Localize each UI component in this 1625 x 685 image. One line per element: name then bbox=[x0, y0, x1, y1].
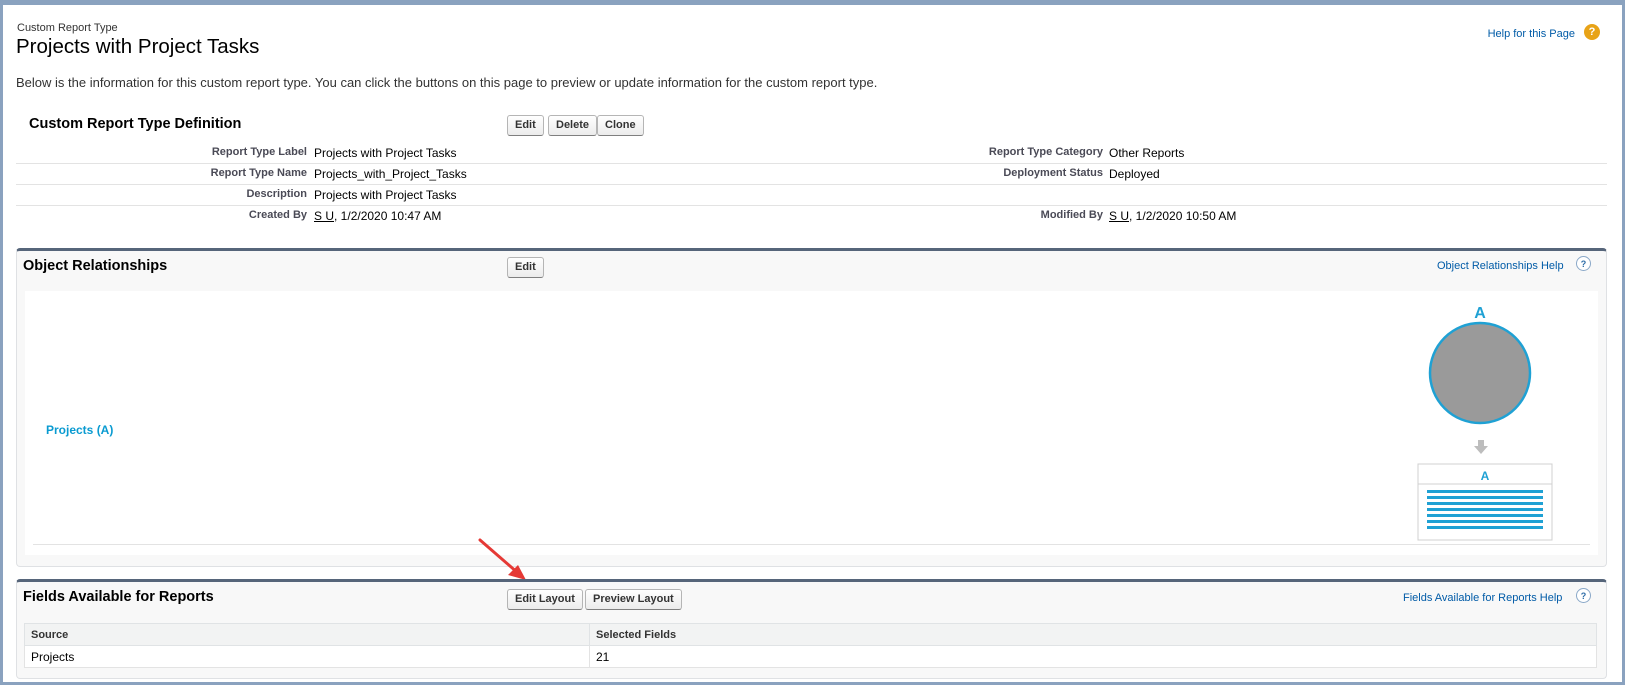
object-relationships-help-link[interactable]: Object Relationships Help bbox=[1437, 260, 1564, 272]
created-date: , 1/2/2020 10:47 AM bbox=[334, 209, 442, 223]
relationship-diagram: A A bbox=[1417, 305, 1553, 541]
relationship-diagram-area: Projects (A) bbox=[25, 291, 1598, 555]
clone-button[interactable]: Clone bbox=[597, 115, 644, 136]
field-label: Description bbox=[246, 188, 307, 200]
field-value: Projects with Project Tasks bbox=[314, 188, 457, 202]
diagram-label-a: A bbox=[1474, 305, 1486, 322]
page-title: Projects with Project Tasks bbox=[16, 35, 260, 58]
table-row: Projects 21 bbox=[24, 645, 1597, 668]
definition-row: Report Type Name Projects_with_Project_T… bbox=[16, 163, 1607, 185]
definition-row: Created By S U, 1/2/2020 10:47 AM Modifi… bbox=[16, 205, 1607, 226]
down-arrow-icon bbox=[1474, 440, 1488, 454]
relationships-edit-button[interactable]: Edit bbox=[507, 257, 544, 278]
help-question-icon[interactable]: ? bbox=[1576, 588, 1591, 603]
object-circle-icon bbox=[1428, 321, 1532, 425]
projects-object-link[interactable]: Projects (A) bbox=[46, 423, 113, 437]
definition-row: Report Type Label Projects with Project … bbox=[16, 142, 1607, 164]
edit-button[interactable]: Edit bbox=[507, 115, 544, 136]
diagram-table-label: A bbox=[1481, 469, 1490, 483]
delete-button[interactable]: Delete bbox=[548, 115, 598, 136]
field-value: Projects with Project Tasks bbox=[314, 146, 457, 160]
intro-text: Below is the information for this custom… bbox=[16, 75, 878, 90]
preview-layout-button[interactable]: Preview Layout bbox=[585, 589, 682, 610]
field-label: Created By bbox=[248, 209, 307, 221]
divider bbox=[33, 544, 1590, 545]
help-for-page-link[interactable]: Help for this Page bbox=[1488, 28, 1575, 40]
field-label: Report Type Category bbox=[988, 146, 1103, 158]
source-cell: Projects bbox=[24, 645, 590, 668]
help-question-icon[interactable]: ? bbox=[1576, 256, 1591, 271]
fields-available-title: Fields Available for Reports bbox=[23, 589, 214, 605]
field-label: Report Type Label bbox=[211, 146, 307, 158]
modified-by-value: S U, 1/2/2020 10:50 AM bbox=[1109, 209, 1236, 223]
created-by-value: S U, 1/2/2020 10:47 AM bbox=[314, 209, 441, 223]
created-by-user-link[interactable]: S U bbox=[314, 209, 334, 223]
column-header-selected-fields: Selected Fields bbox=[589, 623, 1597, 646]
definition-row: Description Projects with Project Tasks bbox=[16, 184, 1607, 206]
field-label: Report Type Name bbox=[210, 167, 307, 179]
object-relationships-panel: Projects (A) bbox=[16, 248, 1607, 567]
selected-fields-cell: 21 bbox=[589, 645, 1597, 668]
table-header-row: Source Selected Fields bbox=[24, 623, 1597, 646]
column-header-source: Source bbox=[24, 623, 590, 646]
field-label: Modified By bbox=[1040, 209, 1103, 221]
field-label: Deployment Status bbox=[1003, 167, 1103, 179]
field-value: Deployed bbox=[1109, 167, 1160, 181]
fields-available-help-link[interactable]: Fields Available for Reports Help bbox=[1403, 592, 1562, 604]
page-type-label: Custom Report Type bbox=[17, 22, 118, 34]
fields-available-panel: Source Selected Fields Projects 21 bbox=[16, 579, 1607, 679]
field-value: Other Reports bbox=[1109, 146, 1185, 160]
help-question-icon[interactable]: ? bbox=[1584, 24, 1600, 40]
object-relationships-title: Object Relationships bbox=[23, 258, 168, 274]
field-value: Projects_with_Project_Tasks bbox=[314, 167, 467, 181]
modified-date: , 1/2/2020 10:50 AM bbox=[1129, 209, 1237, 223]
fields-table: Source Selected Fields Projects 21 bbox=[24, 623, 1597, 668]
modified-by-user-link[interactable]: S U bbox=[1109, 209, 1129, 223]
edit-layout-button[interactable]: Edit Layout bbox=[507, 589, 583, 610]
definition-section-title: Custom Report Type Definition bbox=[29, 116, 242, 132]
